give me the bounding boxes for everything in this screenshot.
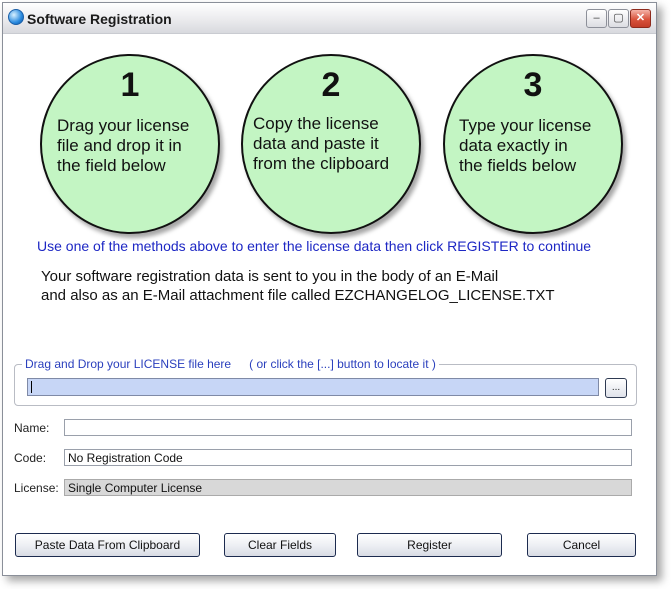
name-field[interactable] [64,419,632,436]
clear-fields-button[interactable]: Clear Fields [224,533,336,557]
app-icon [8,9,24,25]
name-label: Name: [14,421,50,435]
step-1-number: 1 [120,66,140,104]
step-1-circle: 1 Drag your license file and drop it in … [40,54,220,234]
step-3-circle: 3 Type your license data exactly in the … [443,54,623,234]
dropzone-hint: ( or click the [...] button to locate it… [249,357,436,371]
email-note-line-2: and also as an E-Mail attachment file ca… [41,287,555,304]
license-label: License: [14,481,59,495]
license-type-field: Single Computer License [64,479,632,496]
register-button[interactable]: Register [357,533,502,557]
text-caret [31,381,32,393]
code-field[interactable]: No Registration Code [64,449,632,466]
step-1-text: Drag your license file and drop it in th… [57,116,190,175]
window-title: Software Registration [27,11,172,27]
close-button[interactable]: ✕ [630,9,651,28]
step-2-circle: 2 Copy the license data and paste it fro… [241,54,421,234]
dropzone-label-text: Drag and Drop your LICENSE file here [25,357,232,371]
cancel-button[interactable]: Cancel [527,533,636,557]
browse-button[interactable]: ... [605,378,627,398]
title-bar[interactable]: Software Registration – ▢ ✕ [3,3,656,34]
step-3-number: 3 [523,66,543,104]
license-file-drop-field[interactable] [27,378,599,396]
minimize-button[interactable]: – [586,9,607,28]
paste-from-clipboard-button[interactable]: Paste Data From Clipboard [15,533,200,557]
code-label: Code: [14,451,47,465]
step-2-number: 2 [321,66,341,104]
dropzone-label: Drag and Drop your LICENSE file here ( or… [22,357,439,371]
maximize-button[interactable]: ▢ [608,9,629,28]
step-3-text: Type your license data exactly in the fi… [459,116,592,175]
method-instruction: Use one of the methods above to enter th… [37,238,592,254]
email-note-line-1: Your software registration data is sent … [41,268,499,285]
step-2-text: Copy the license data and paste it from … [253,114,390,173]
